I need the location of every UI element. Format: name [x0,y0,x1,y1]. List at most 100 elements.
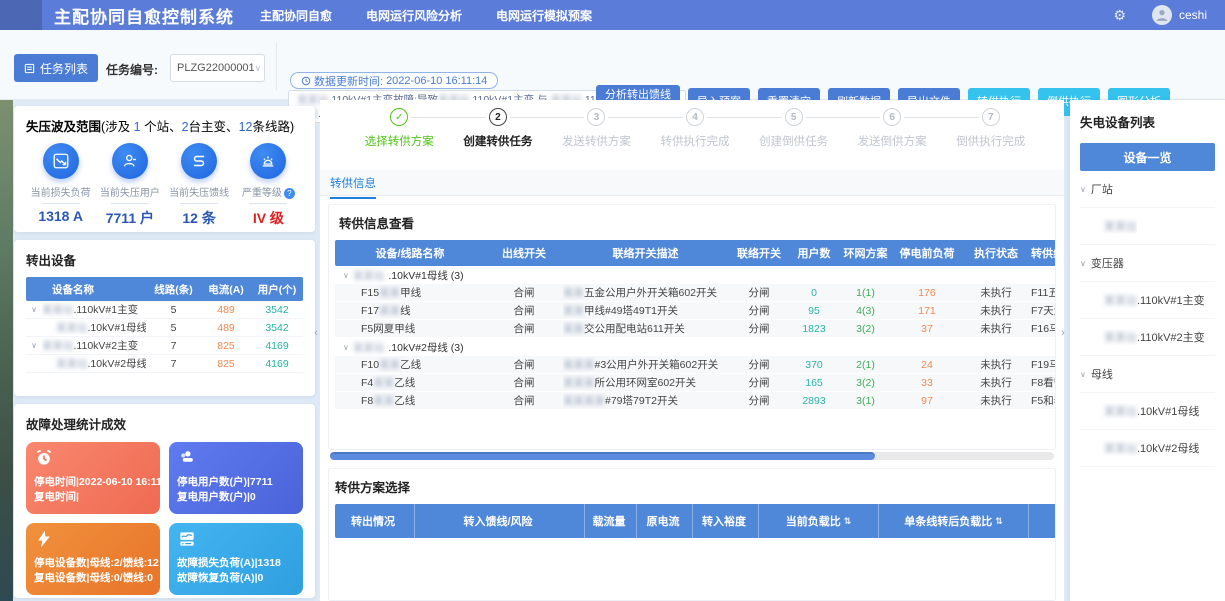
table-row[interactable]: ∨ F4某某乙线 合闸 某某某所公用环网室602开关 分闸 165 3(2) 3… [335,374,1056,392]
table-row[interactable]: ∨ F10某某乙线 合闸 某某某#3公用户外开关箱602开关 分闸 370 2(… [335,356,1056,374]
stepper-step[interactable]: 7 倒供执行完成 [941,108,1040,149]
task-list-button[interactable]: 任务列表 [14,54,98,82]
transfer-plan-title: 转供方案选择 [335,477,1049,496]
transfer-out-devices-panel: 转出设备 设备名称线路(条)电流(A)用户(个) ∨ 某某站.110kV#1主变… [14,240,315,396]
data-update-time: 数据更新时间:2022-06-10 16:11:14 [290,72,498,89]
stepper-step[interactable]: 3 发送转供方案 [547,108,646,149]
device-list-title: 失电设备列表 [1080,112,1215,131]
list-icon [24,63,35,74]
help-icon[interactable]: ? [284,188,295,199]
info-table-body: ∨ 某某站.10kV#1母线 (3) [335,266,1049,410]
table-row[interactable]: ∨ F8某某乙线 合闸 某某某某#79塔79T2开关 分闸 2893 3(1) … [335,392,1056,410]
voltage-loss-impact-panel: 失压波及范围(涉及 1 个站、2台主变、12条线路) 当前损失负荷 1318 A… [14,106,315,232]
tree-row[interactable]: ∨ 某某站 [1080,208,1215,245]
transfer-out-table: 设备名称线路(条)电流(A)用户(个) ∨ 某某站.110kV#1主变 5 48… [26,277,303,373]
app-root: 主配协同自愈控制系统 主配协同自愈 电网运行风险分析 电网运行模拟预案 ⚙ cesh… [0,0,1225,601]
table-row[interactable]: 某某站.10kV#1母线 5 489 3542 [26,319,303,337]
collapse-left-panel-icon[interactable]: ‹ [309,315,323,351]
nav-item[interactable]: 电网运行模拟预案 [496,7,592,24]
lightning-icon [34,529,152,554]
outage-time-card: 停电时间|2022-06-10 16:11 复电时间| [26,442,160,514]
tree-row[interactable]: ∨.10kV#2母线 某某站.10kV#2母线 [1080,430,1215,467]
expand-caret-icon[interactable]: ∨ [1080,259,1086,268]
task-number-select[interactable]: PLZG22000001∨ [170,54,265,82]
stepper-step[interactable]: 6 发送倒供方案 [843,108,942,149]
fault-load-card: 故障损失负荷(A)|1318 故障恢复负荷(A)|0 [169,523,303,595]
fault-statistics-panel: 故障处理统计成效 停电时间|2022-06-10 16:11 复电时间| 停电用… [14,404,315,598]
background-map-strip [0,100,13,601]
divider [276,42,277,90]
avatar [1152,5,1172,25]
expand-caret-icon[interactable]: ∨ [1080,185,1086,194]
table-row[interactable]: ∨ F5网夏甲线 合闸 某某交公用配电站611开关 分闸 1823 3(2) 3… [335,320,1056,338]
username: ceshi [1179,8,1207,22]
stepper-step[interactable]: ✓ 选择转供方案 [350,108,449,149]
tab-transfer-info[interactable]: 转供信息 [330,175,376,199]
alarm-lamp-icon [250,143,286,179]
outage-users-card: 停电用户数(户)|7711 复电用户数(户)|0 [169,442,303,514]
user-icon [112,143,148,179]
table-row[interactable]: ∨ 某某站.10kV#2母线 (3) [335,338,1056,356]
transfer-plan-panel: 转供方案选择 转出情况转入馈线/风险载流量原电流转入裕度当前负载比⇅单条线转后负… [328,468,1056,601]
sort-icon: ⇅ [844,516,852,527]
outage-devices-card: 停电设备数|母线:2/馈线:12 复电设备数|母线:0/馈线:0 [26,523,160,595]
tree-row[interactable]: ∨.110kV#2主变 某某站.110kV#2主变 [1080,319,1215,356]
table-row[interactable]: ∨ F17某某线 合闸 某某甲线#49塔49T1开关 分闸 95 4(3) 17… [335,302,1056,320]
gear-icon[interactable]: ⚙ [1113,7,1126,24]
expand-caret-icon[interactable]: ∨ [1080,370,1086,379]
tree-row[interactable]: ∨.110kV#1主变 某某站.110kV#1主变 [1080,282,1215,319]
table-row[interactable]: 某某站.10kV#2母线 7 825 4169 [26,355,303,373]
chevron-down-icon: ∨ [255,63,262,74]
stat-severity: 严重等级? IV 级 [234,143,303,228]
main-content: ✓ 选择转供方案 2 创建转供任务 3 发送转供方案 4 转供执行完成 5 创建… [320,100,1064,601]
plan-table-header: 转出情况转入馈线/风险载流量原电流转入裕度当前负载比⇅单条线转后负载比⇅整体执行… [335,504,1056,538]
transfer-info-title: 转供信息查看 [335,213,1049,232]
fault-statistics-title: 故障处理统计成效 [26,414,303,433]
table-row[interactable]: ∨ 某某站.10kV#1母线 (3) [335,266,1056,284]
transfer-info-panel: 转供信息查看 设备/线路名称出线开关联络开关描述联络开关用户数环网方案停电前负荷… [328,204,1056,450]
expand-caret-icon[interactable]: ∨ [26,305,42,314]
tree-row[interactable]: ∨变压器 变压器 [1080,245,1215,282]
tab-bar: 转供信息 [320,170,1064,196]
users-icon [177,448,295,473]
toolbar: 任务列表 任务编号: PLZG22000001∨ 数据更新时间:2022-06-… [0,30,1225,100]
horizontal-scrollbar[interactable] [330,452,1054,460]
stepper-step[interactable]: 5 创建倒供任务 [744,108,843,149]
tree-row[interactable]: ∨厂站 厂站 [1080,171,1215,208]
clock-icon [301,76,311,86]
expand-caret-icon[interactable]: ∨ [343,343,349,352]
logo [0,0,42,30]
stepper-step[interactable]: 2 创建转供任务 [449,108,548,149]
device-overview-bar[interactable]: 设备一览 [1080,143,1215,171]
collapse-right-panel-icon[interactable]: › [1056,315,1070,351]
process-stepper: ✓ 选择转供方案 2 创建转供任务 3 发送转供方案 4 转供执行完成 5 创建… [350,108,1040,149]
info-table-header: 设备/线路名称出线开关联络开关描述联络开关用户数环网方案停电前负荷执行状态转供线… [335,240,1056,266]
stat-lost-feeders: 当前失压馈线 12 条 [165,143,234,228]
nav-item[interactable]: 主配协同自愈 [260,7,332,24]
impact-stats: 当前损失负荷 1318 A 当前失压用户 7711 户 当前失压馈线 12 条 [26,143,303,228]
stat-lost-users: 当前失压用户 7711 户 [95,143,164,228]
navbar-right: ⚙ ceshi [1113,5,1225,25]
stepper-step[interactable]: 4 转供执行完成 [646,108,745,149]
user-menu[interactable]: ceshi [1152,5,1207,25]
table-row[interactable]: ∨ F15某某甲线 合闸 某某五金公用户外开关箱602开关 分闸 0 1(1) … [335,284,1056,302]
stat-lost-load: 当前损失负荷 1318 A [26,143,95,228]
lost-power-device-panel: 失电设备列表 设备一览 ∨厂站 厂站 ∨ 某某站 ∨变压器 变压器 ∨.110k… [1070,100,1225,601]
feeder-line-icon [181,143,217,179]
app-title: 主配协同自愈控制系统 [54,3,234,28]
statistics-cards: 停电时间|2022-06-10 16:11 复电时间| 停电用户数(户)|771… [26,442,303,595]
nav-item[interactable]: 电网运行风险分析 [366,7,462,24]
expand-caret-icon[interactable]: ∨ [26,341,42,350]
scrollbar-thumb[interactable] [330,452,875,460]
main-nav: 主配协同自愈 电网运行风险分析 电网运行模拟预案 [260,7,626,24]
tree-row[interactable]: ∨.10kV#1母线 某某站.10kV#1母线 [1080,393,1215,430]
table-header: 设备名称线路(条)电流(A)用户(个) [26,277,303,301]
tree-row[interactable]: ∨母线 母线 [1080,356,1215,393]
device-tree: ∨厂站 厂站 ∨ 某某站 ∨变压器 变压器 ∨.110kV#1主变 某某站.11… [1080,171,1215,467]
table-row[interactable]: ∨ 某某站.110kV#1主变 5 489 3542 [26,301,303,319]
load-chart-icon [177,529,295,554]
expand-caret-icon[interactable]: ∨ [343,271,349,280]
table-row[interactable]: ∨ 某某站.110kV#2主变 7 825 4169 [26,337,303,355]
task-number-label: 任务编号: [106,61,158,78]
sort-icon: ⇅ [995,516,1003,527]
